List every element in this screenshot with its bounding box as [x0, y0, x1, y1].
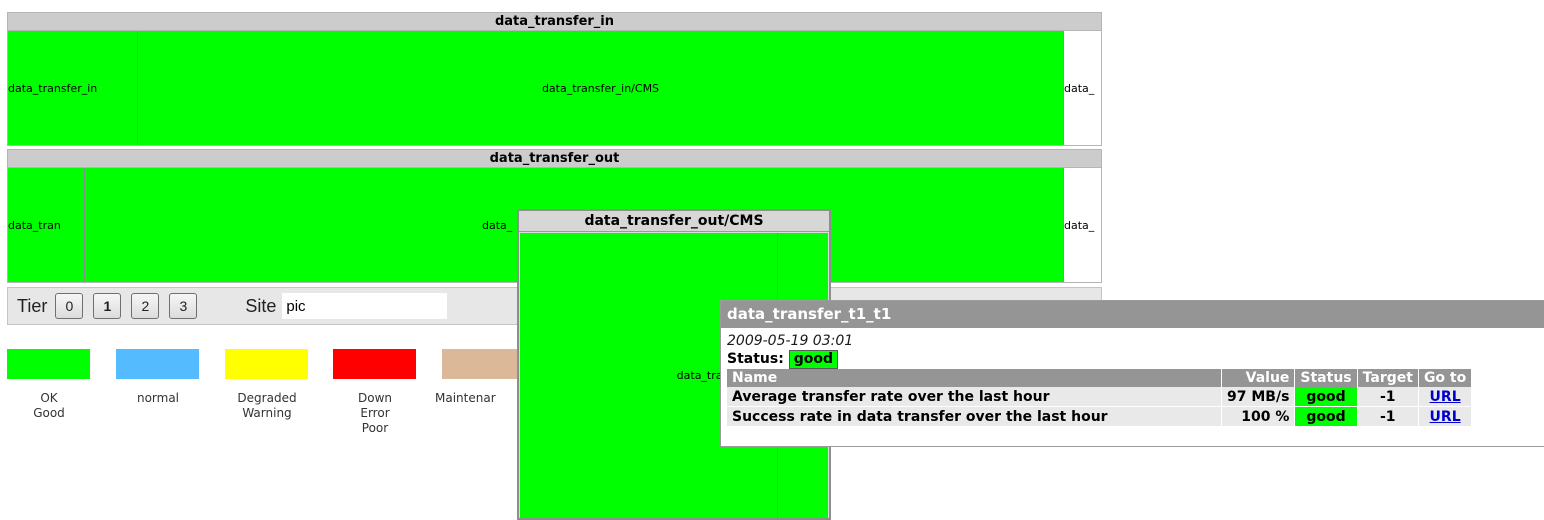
metric-value: 97 MB/s: [1221, 387, 1296, 407]
detail-popup: data_transfer_t1_t1 2009-05-19 03:01 Sta…: [720, 300, 1544, 447]
legend-line: Maintenar: [435, 391, 496, 405]
metric-name: Success rate in data transfer over the l…: [727, 406, 1222, 427]
tile-data-tran[interactable]: data_tran: [8, 168, 85, 282]
metric-status: good: [1294, 406, 1358, 427]
detail-title: data_transfer_t1_t1: [721, 301, 1544, 328]
column-header-value: Value: [1221, 369, 1296, 387]
status-label: Status:: [727, 351, 784, 367]
cms-popup-title: data_transfer_out/CMS: [519, 211, 829, 232]
tier-1-button[interactable]: 1: [93, 293, 122, 319]
legend-line: normal: [136, 391, 180, 405]
metrics-table: Name Value Status Target Go to Average t…: [727, 369, 1473, 427]
legend-line: Down: [357, 391, 392, 405]
status-badge: good: [788, 350, 838, 369]
metric-name: Average transfer rate over the last hour: [727, 387, 1222, 407]
tier-label: Tier: [17, 295, 48, 316]
legend-label-degraded: Degraded Warning: [212, 391, 322, 421]
site-input[interactable]: [282, 293, 448, 319]
legend-label-maintenance: Maintenar: [435, 391, 517, 406]
section-title: data_transfer_out: [7, 149, 1102, 167]
table-row: Average transfer rate over the last hour…: [727, 387, 1473, 407]
tile-row: data_transfer_in data_transfer_in/CMS da…: [7, 30, 1102, 146]
metric-url-link[interactable]: URL: [1430, 389, 1461, 405]
column-header-goto: Go to: [1418, 369, 1473, 387]
tile-data-transfer-in[interactable]: data_transfer_in: [8, 31, 138, 145]
site-label: Site: [245, 295, 277, 316]
tile-data-truncated[interactable]: data_: [1064, 31, 1101, 145]
column-header-name: Name: [727, 369, 1222, 387]
legend-line: Poor: [361, 421, 389, 435]
metric-url-link[interactable]: URL: [1430, 409, 1461, 425]
legend-line: Degraded: [237, 391, 297, 405]
legend-swatch-normal: [116, 349, 199, 379]
legend-swatch-degraded: [225, 349, 308, 379]
metric-target: -1: [1357, 387, 1419, 407]
tier-0-button[interactable]: 0: [55, 293, 84, 319]
tier-2-button[interactable]: 2: [131, 293, 160, 319]
section-title: data_transfer_in: [7, 12, 1102, 30]
tile-data-truncated[interactable]: data_: [1064, 168, 1101, 282]
legend-label-ok: OK Good: [0, 391, 104, 421]
section-data-transfer-in: data_transfer_in data_transfer_in data_t…: [7, 12, 1102, 146]
metric-target: -1: [1357, 406, 1419, 427]
legend-line: Error: [360, 406, 390, 420]
legend-swatch-down: [333, 349, 416, 379]
legend-swatch-maintenance: [442, 349, 525, 379]
legend-swatch-ok: [7, 349, 90, 379]
legend-label-normal: normal: [103, 391, 213, 406]
tier-3-button[interactable]: 3: [169, 293, 198, 319]
legend-line: OK: [40, 391, 58, 405]
metric-value: 100 %: [1221, 406, 1296, 427]
column-header-target: Target: [1357, 369, 1419, 387]
tile-data-transfer-in-cms[interactable]: data_transfer_in/CMS: [138, 31, 1064, 145]
table-header-row: Name Value Status Target Go to: [727, 369, 1473, 387]
table-row: Success rate in data transfer over the l…: [727, 406, 1473, 427]
column-header-status: Status: [1294, 369, 1358, 387]
legend-line: Good: [33, 406, 65, 420]
detail-status-line: Status: good: [727, 349, 1543, 369]
legend-label-down: Down Error Poor: [320, 391, 430, 436]
detail-body: 2009-05-19 03:01 Status: good Name Value…: [721, 328, 1544, 427]
detail-date: 2009-05-19 03:01: [727, 333, 854, 349]
legend-line: Warning: [242, 406, 292, 420]
metric-status: good: [1294, 387, 1358, 407]
